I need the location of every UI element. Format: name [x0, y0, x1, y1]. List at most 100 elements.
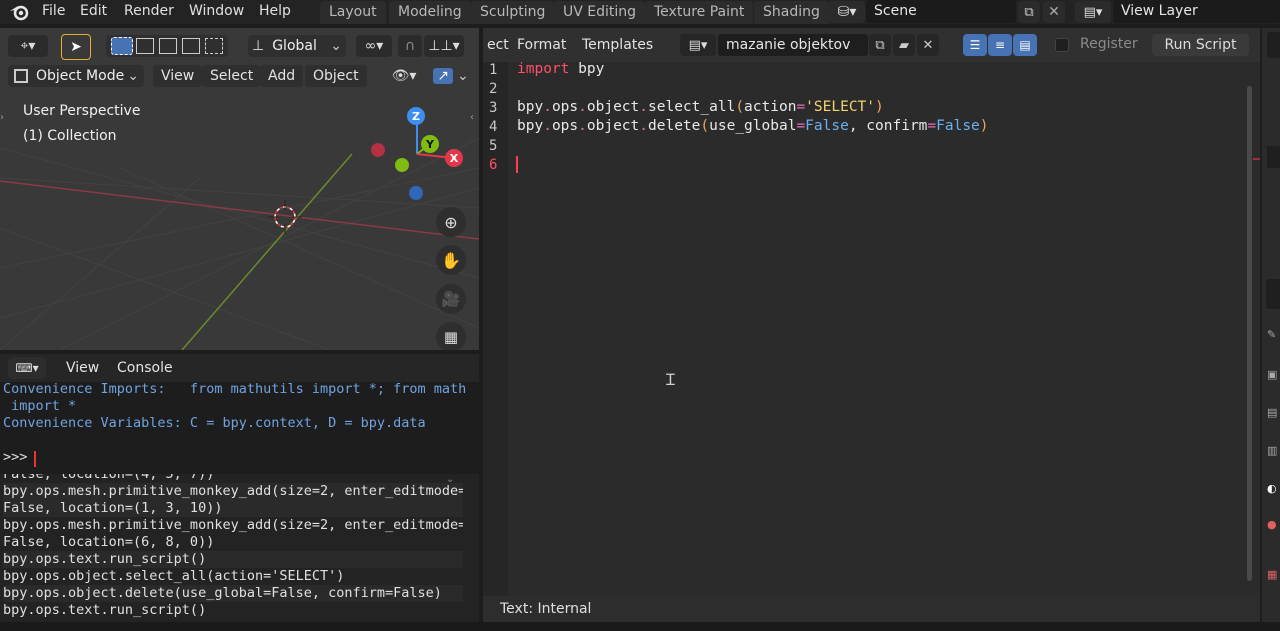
sidebar-expand-icon[interactable]: ‹	[470, 112, 474, 123]
editor-scrollbar[interactable]	[1247, 86, 1252, 581]
info-log-line[interactable]: bpy.ops.object.select_all(action='SELECT…	[3, 568, 463, 585]
toolbar-expand-icon[interactable]: ›	[0, 112, 4, 123]
tab-shading[interactable]: Shading	[754, 1, 829, 24]
run-script-button[interactable]: Run Script	[1152, 34, 1249, 56]
menu-file[interactable]: File	[42, 1, 65, 23]
info-log-line[interactable]: bpy.ops.text.run_script()	[3, 551, 463, 568]
text-menu-format[interactable]: Format	[509, 34, 574, 56]
code-function: select_all	[648, 99, 736, 115]
info-log-line[interactable]: bpy.ops.mesh.primitive_monkey_add(size=2…	[3, 483, 463, 500]
viewport-menu-object[interactable]: Object	[305, 65, 367, 87]
info-log-line[interactable]: False, location=(6, 8, 0))	[3, 534, 463, 551]
register-checkbox[interactable]	[1055, 38, 1069, 52]
info-log-line[interactable]: bpy.ops.text.run_script()	[3, 602, 463, 619]
console-menu-console[interactable]: Console	[109, 357, 181, 379]
view-layer-name-field[interactable]: View Layer	[1113, 0, 1280, 23]
tab-texture-paint[interactable]: Texture Paint	[645, 1, 754, 24]
menu-edit[interactable]: Edit	[80, 1, 107, 23]
text-browse-button[interactable]: ▤▾	[680, 34, 716, 56]
register-label: Register	[1080, 36, 1138, 52]
proportional-icon: ⊥⊥▾	[428, 38, 460, 54]
code-line[interactable]: bpy.ops.object.select_all(action='SELECT…	[517, 99, 884, 115]
render-icon[interactable]: ▣	[1267, 368, 1277, 381]
tab-sculpting[interactable]: Sculpting	[471, 1, 555, 24]
select-extend-icon[interactable]	[136, 38, 154, 54]
properties-tab[interactable]	[1267, 146, 1280, 168]
select-tool-button[interactable]: ➤	[61, 34, 91, 60]
syntax-highlight-toggle[interactable]: ▤	[1013, 34, 1037, 56]
duplicate-icon: ⧉	[1024, 4, 1034, 20]
info-log-line[interactable]: False, location=(1, 3, 10))	[3, 500, 463, 517]
zoom-button[interactable]: ⊕	[436, 207, 466, 237]
properties-tab[interactable]	[1267, 32, 1280, 58]
view-layer-selector-button[interactable]: ▤▾	[1075, 1, 1111, 23]
word-wrap-toggle[interactable]: ≡	[988, 34, 1012, 56]
grid-icon: ▦	[443, 328, 459, 346]
pan-button[interactable]: ✋	[436, 245, 466, 275]
transform-pivot-button[interactable]: ⌖▾	[8, 35, 48, 57]
tool-icon[interactable]: ✎	[1267, 328, 1276, 341]
status-bar	[0, 622, 1280, 631]
info-log-line[interactable]: bpy.ops.object.delete(use_global=False, …	[3, 585, 463, 602]
visibility-button[interactable]: 👁▾	[386, 65, 422, 87]
console-prompt[interactable]: >>>	[3, 449, 36, 465]
delete-scene-button[interactable]: ✕	[1043, 1, 1065, 23]
transform-orientation-dropdown[interactable]: ⊥ Global ⌄	[248, 35, 346, 57]
line-number: 3	[489, 100, 498, 116]
select-subtract-icon[interactable]	[159, 38, 177, 54]
perspective-label: User Perspective	[23, 103, 141, 119]
snap-toggle-button[interactable]: ∩	[398, 35, 422, 57]
scene-name-field[interactable]: Scene	[866, 0, 1016, 23]
mode-value: Object Mode	[36, 68, 125, 84]
camera-view-button[interactable]: 🎥	[436, 284, 466, 314]
snapping-button[interactable]: ∞▾	[356, 35, 392, 57]
gizmo-toggle-button[interactable]: ↗ ⌄	[428, 65, 474, 87]
menu-render[interactable]: Render	[124, 1, 174, 23]
proportional-editing-button[interactable]: ⊥⊥▾	[424, 35, 464, 57]
select-invert-icon[interactable]	[182, 38, 200, 54]
info-log[interactable]: False, location=(4, 5, 7)) bpy.ops.mesh.…	[0, 474, 479, 622]
world-icon[interactable]: ●	[1267, 518, 1277, 531]
blender-logo-icon[interactable]	[8, 2, 30, 22]
folder-icon: ▰	[899, 37, 909, 53]
viewport-menu-add[interactable]: Add	[260, 65, 304, 87]
chevron-down-icon[interactable]: ⌄	[446, 474, 454, 485]
3d-viewport[interactable]: ⌖▾ ➤ ⊥ Global ⌄ ∞▾ ∩ ⊥⊥▾ Object Mode ⌄ V…	[0, 28, 479, 350]
mode-dropdown[interactable]: Object Mode ⌄	[8, 65, 144, 87]
select-new-icon[interactable]	[111, 37, 133, 55]
tab-layout[interactable]: Layout	[320, 1, 386, 24]
select-intersect-icon[interactable]	[205, 38, 223, 54]
info-log-line[interactable]: bpy.ops.mesh.primitive_monkey_add(size=2…	[3, 517, 463, 534]
text-name-field[interactable]: mazanie objektov	[718, 34, 868, 56]
unlink-text-button[interactable]: ✕	[917, 34, 939, 56]
tab-uv-editing[interactable]: UV Editing	[554, 1, 646, 24]
new-text-button[interactable]: ⧉	[869, 34, 891, 56]
text-editor[interactable]: ect Format Templates ▤▾ mazanie objektov…	[483, 28, 1260, 622]
new-scene-button[interactable]: ⧉	[1018, 1, 1040, 23]
editor-type-button[interactable]: ⌨▾	[8, 357, 46, 379]
code-line[interactable]: bpy.ops.object.delete(use_global=False, …	[517, 118, 989, 134]
viewport-menu-select[interactable]: Select	[202, 65, 262, 87]
text-menu-templates[interactable]: Templates	[574, 34, 661, 56]
navigation-gizmo[interactable]: Z Y X	[360, 104, 470, 204]
console-caret	[34, 451, 36, 467]
menu-help[interactable]: Help	[259, 1, 291, 23]
perspective-toggle-button[interactable]: ▦	[436, 322, 466, 350]
scene-selector-button[interactable]: ⛁▾	[829, 1, 865, 23]
open-text-button[interactable]: ▰	[893, 34, 915, 56]
tab-modeling[interactable]: Modeling	[389, 1, 471, 24]
menu-window[interactable]: Window	[189, 1, 244, 23]
viewport-menu-view[interactable]: View	[153, 65, 203, 87]
code-line[interactable]: import bpy	[517, 61, 604, 77]
scene-icon[interactable]: ◐	[1267, 482, 1277, 495]
info-log-line[interactable]: False, location=(4, 5, 7))	[3, 474, 463, 483]
properties-tab[interactable]	[1266, 279, 1280, 309]
texture-icon[interactable]: ▦	[1267, 568, 1277, 581]
output-icon[interactable]: ▤	[1267, 406, 1277, 419]
python-console[interactable]: ⌨▾ View Console Convenience Imports: fro…	[0, 354, 479, 470]
line-numbers-toggle[interactable]: ☰	[963, 34, 987, 56]
properties-editor-strip[interactable]: ✎ ▣ ▤ ▥ ◐ ● ▦	[1262, 28, 1280, 622]
view-layer-icon[interactable]: ▥	[1267, 444, 1277, 457]
close-icon: ✕	[1048, 4, 1060, 20]
console-menu-view[interactable]: View	[58, 357, 107, 379]
